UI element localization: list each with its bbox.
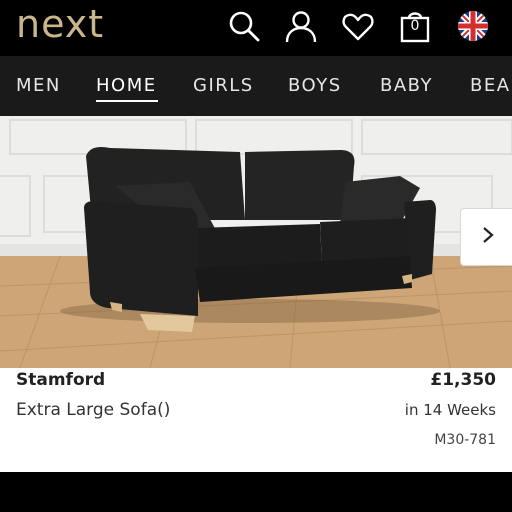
product-name[interactable]: Stamford: [16, 370, 105, 390]
product-price: £1,350: [430, 370, 496, 390]
product-image[interactable]: [0, 116, 512, 368]
bag-count: 0: [410, 18, 420, 34]
nav-item-beauty[interactable]: BEAUTY: [470, 75, 512, 96]
nav-item-men[interactable]: MEN: [16, 75, 61, 96]
search-icon[interactable]: [226, 8, 262, 44]
nav-item-boys[interactable]: BOYS: [288, 75, 342, 96]
chevron-right-icon: [478, 225, 498, 249]
top-header: next 0: [0, 0, 512, 56]
nav-item-home[interactable]: HOME: [96, 75, 157, 96]
product-code: M30-781: [434, 432, 496, 448]
product-description: Extra Large Sofa(): [16, 400, 171, 420]
heart-icon[interactable]: [340, 8, 376, 44]
uk-flag-icon[interactable]: [455, 8, 491, 44]
nav-item-baby[interactable]: BABY: [380, 75, 433, 96]
bottom-bar: [0, 472, 512, 512]
next-image-button[interactable]: [460, 208, 512, 266]
next-logo[interactable]: next: [16, 2, 104, 46]
category-nav: MEN HOME GIRLS BOYS BABY BEAUTY: [0, 56, 512, 116]
active-nav-underline: [96, 100, 158, 102]
nav-item-girls[interactable]: GIRLS: [193, 75, 254, 96]
bag-icon[interactable]: 0: [397, 8, 433, 44]
account-icon[interactable]: [283, 8, 319, 44]
product-info[interactable]: Stamford £1,350 Extra Large Sofa() in 14…: [0, 368, 512, 472]
delivery-time: in 14 Weeks: [404, 401, 496, 419]
